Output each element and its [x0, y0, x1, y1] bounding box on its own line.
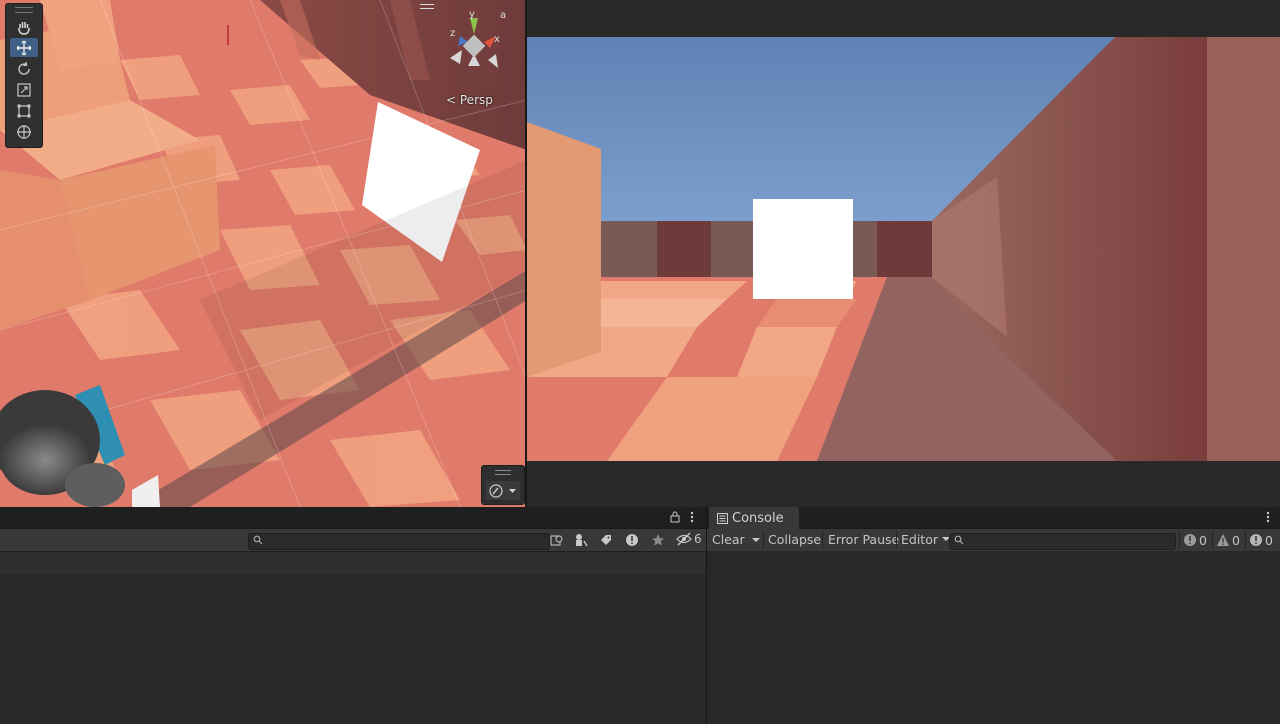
collapse-button[interactable]: Collapse [764, 529, 825, 551]
console-tab-label: Console [732, 510, 784, 526]
rotate-tool-button[interactable] [10, 59, 38, 78]
info-icon [1184, 534, 1196, 546]
error-pause-button[interactable]: Error Pause [824, 529, 903, 551]
editor-dropdown[interactable]: Editor [897, 529, 955, 551]
hidden-count: 6 [694, 532, 702, 546]
project-search-input[interactable] [248, 533, 550, 550]
eye-slash-icon [676, 532, 692, 546]
chevron-down-icon [752, 538, 760, 542]
game-render[interactable] [527, 37, 1280, 461]
kebab-menu-icon[interactable] [689, 511, 695, 523]
persp-label: Persp [459, 93, 493, 107]
transform-icon [17, 124, 31, 139]
kebab-menu-icon[interactable] [1265, 511, 1271, 523]
game-view-footer [527, 461, 1280, 507]
lock-icon[interactable] [669, 511, 681, 523]
gizmo-drag-handle[interactable] [418, 0, 438, 12]
warning-icon[interactable] [625, 533, 639, 547]
console-icon [717, 512, 728, 524]
console-search-input[interactable] [949, 533, 1176, 550]
star-icon[interactable] [651, 533, 665, 547]
warning-count-toggle[interactable]: 0 [1216, 529, 1240, 551]
search-icon [253, 535, 263, 545]
warning-count: 0 [1232, 532, 1240, 548]
gizmo-lock-icon[interactable]: a [500, 10, 506, 21]
rect-icon [17, 104, 31, 117]
project-row[interactable] [0, 552, 706, 574]
transform-tool-button[interactable] [10, 122, 38, 141]
console-toolbar: Clear Collapse Error Pause Editor 0 0 0 [707, 529, 1280, 552]
log-count: 0 [1199, 532, 1207, 548]
compass-dropdown[interactable] [486, 481, 520, 500]
editor-label: Editor [901, 532, 938, 547]
rotate-icon [18, 61, 30, 75]
console-tabbar: Console [707, 507, 1280, 529]
scale-tool-button[interactable] [10, 80, 38, 99]
game-view-toolbar [527, 0, 1280, 37]
tab-console[interactable]: Console [709, 507, 799, 529]
hidden-packages-toggle[interactable]: 6 [676, 532, 702, 546]
perspective-icon: < [446, 93, 460, 107]
drag-handle-icon[interactable] [495, 470, 511, 475]
console-panel: Console Clear Collapse Error Pause Edito… [707, 507, 1280, 724]
search-by-type-icon[interactable] [550, 533, 564, 547]
error-icon [1250, 534, 1262, 546]
scene-view[interactable]: y z x a < Persp [0, 0, 527, 507]
hand-tool-button[interactable] [10, 17, 38, 36]
hand-icon [18, 21, 30, 35]
move-tool-button[interactable] [10, 38, 38, 57]
error-count-toggle[interactable]: 0 [1249, 529, 1273, 551]
search-icon [954, 535, 964, 545]
scale-icon [17, 82, 31, 97]
scene-tools-panel [5, 3, 43, 148]
game-view[interactable] [527, 0, 1280, 507]
warning-triangle-icon [1217, 534, 1229, 546]
gizmo-z-label: z [450, 28, 455, 39]
tag-icon[interactable] [599, 533, 613, 547]
compass-icon [489, 484, 516, 498]
project-search-row: 6 [0, 529, 706, 552]
log-count-toggle[interactable]: 0 [1183, 529, 1207, 551]
search-by-label-icon[interactable] [574, 533, 588, 547]
rect-tool-button[interactable] [10, 101, 38, 120]
overlay-menu[interactable] [481, 465, 525, 505]
gizmo-y-label: y [469, 9, 475, 20]
move-icon [16, 40, 32, 55]
error-count: 0 [1265, 532, 1273, 548]
drag-handle-icon[interactable] [15, 7, 33, 13]
project-tabbar [0, 507, 706, 529]
console-log-area[interactable] [707, 551, 1280, 724]
persp-toggle[interactable]: < Persp [446, 93, 493, 107]
gizmo-x-label: x [494, 34, 500, 45]
project-panel: 6 [0, 507, 707, 724]
clear-button[interactable]: Clear [708, 529, 749, 551]
